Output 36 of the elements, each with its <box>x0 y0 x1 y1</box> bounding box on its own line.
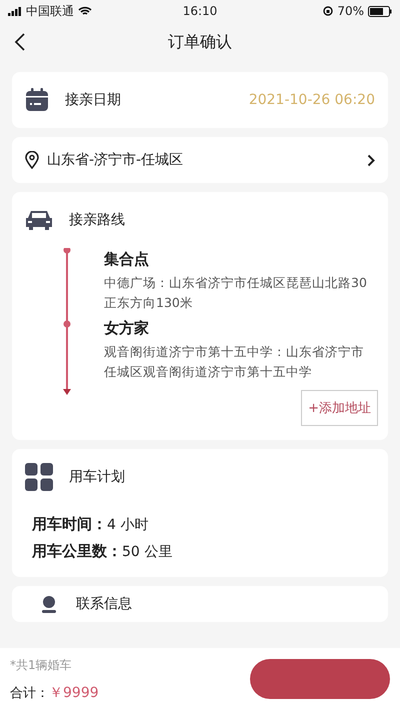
stop-address: 中德广场：山东省济宁市任城区琵琶山北路30正东方向130米 <box>104 274 368 312</box>
person-icon <box>40 595 58 613</box>
signal-icon <box>8 6 22 16</box>
clock-time: 16:10 <box>182 4 218 18</box>
total-label: 合计： <box>10 686 49 700</box>
pickup-date-card[interactable]: 接亲日期 2021-10-26 06:20 <box>12 72 388 128</box>
back-icon[interactable] <box>14 32 26 52</box>
plan-value: 4 小时 <box>107 517 148 533</box>
route-title: 接亲路线 <box>69 211 125 229</box>
rotation-lock-icon <box>323 6 334 16</box>
car-count-note: *共1辆婚车 <box>10 656 73 674</box>
contact-title: 联系信息 <box>76 595 132 613</box>
chevron-right-icon <box>367 154 375 166</box>
plan-label: 用车时间： <box>32 515 107 533</box>
calendar-icon <box>25 88 49 112</box>
car-icon <box>25 209 53 231</box>
stop-address: 观音阁街道济宁市第十五中学：山东省济宁市任城区观音阁街道济宁市第十五中学 <box>104 343 365 381</box>
location-pin-icon <box>25 151 39 169</box>
plan-title: 用车计划 <box>69 468 125 486</box>
region-selector[interactable]: 山东省-济宁市-任城区 <box>12 137 388 183</box>
page-title: 订单确认 <box>168 32 232 52</box>
carrier-name: 中国联通 <box>26 2 74 20</box>
date-label: 接亲日期 <box>65 91 121 109</box>
plan-label: 用车公里数： <box>32 542 122 560</box>
battery-percent: 70% <box>337 4 364 18</box>
date-value: 2021-10-26 06:20 <box>248 92 375 108</box>
grid-icon <box>25 463 53 491</box>
battery-icon <box>368 6 392 16</box>
plan-value: 50 公里 <box>122 544 172 560</box>
total-price: ￥9999 <box>49 684 99 700</box>
stop-name: 集合点 <box>104 250 150 269</box>
region-text: 山东省-济宁市-任城区 <box>47 151 184 169</box>
wifi-icon <box>78 6 92 16</box>
stop-name: 女方家 <box>104 319 150 338</box>
submit-button[interactable] <box>250 659 390 699</box>
add-address-button[interactable]: +添加地址 <box>301 390 378 426</box>
